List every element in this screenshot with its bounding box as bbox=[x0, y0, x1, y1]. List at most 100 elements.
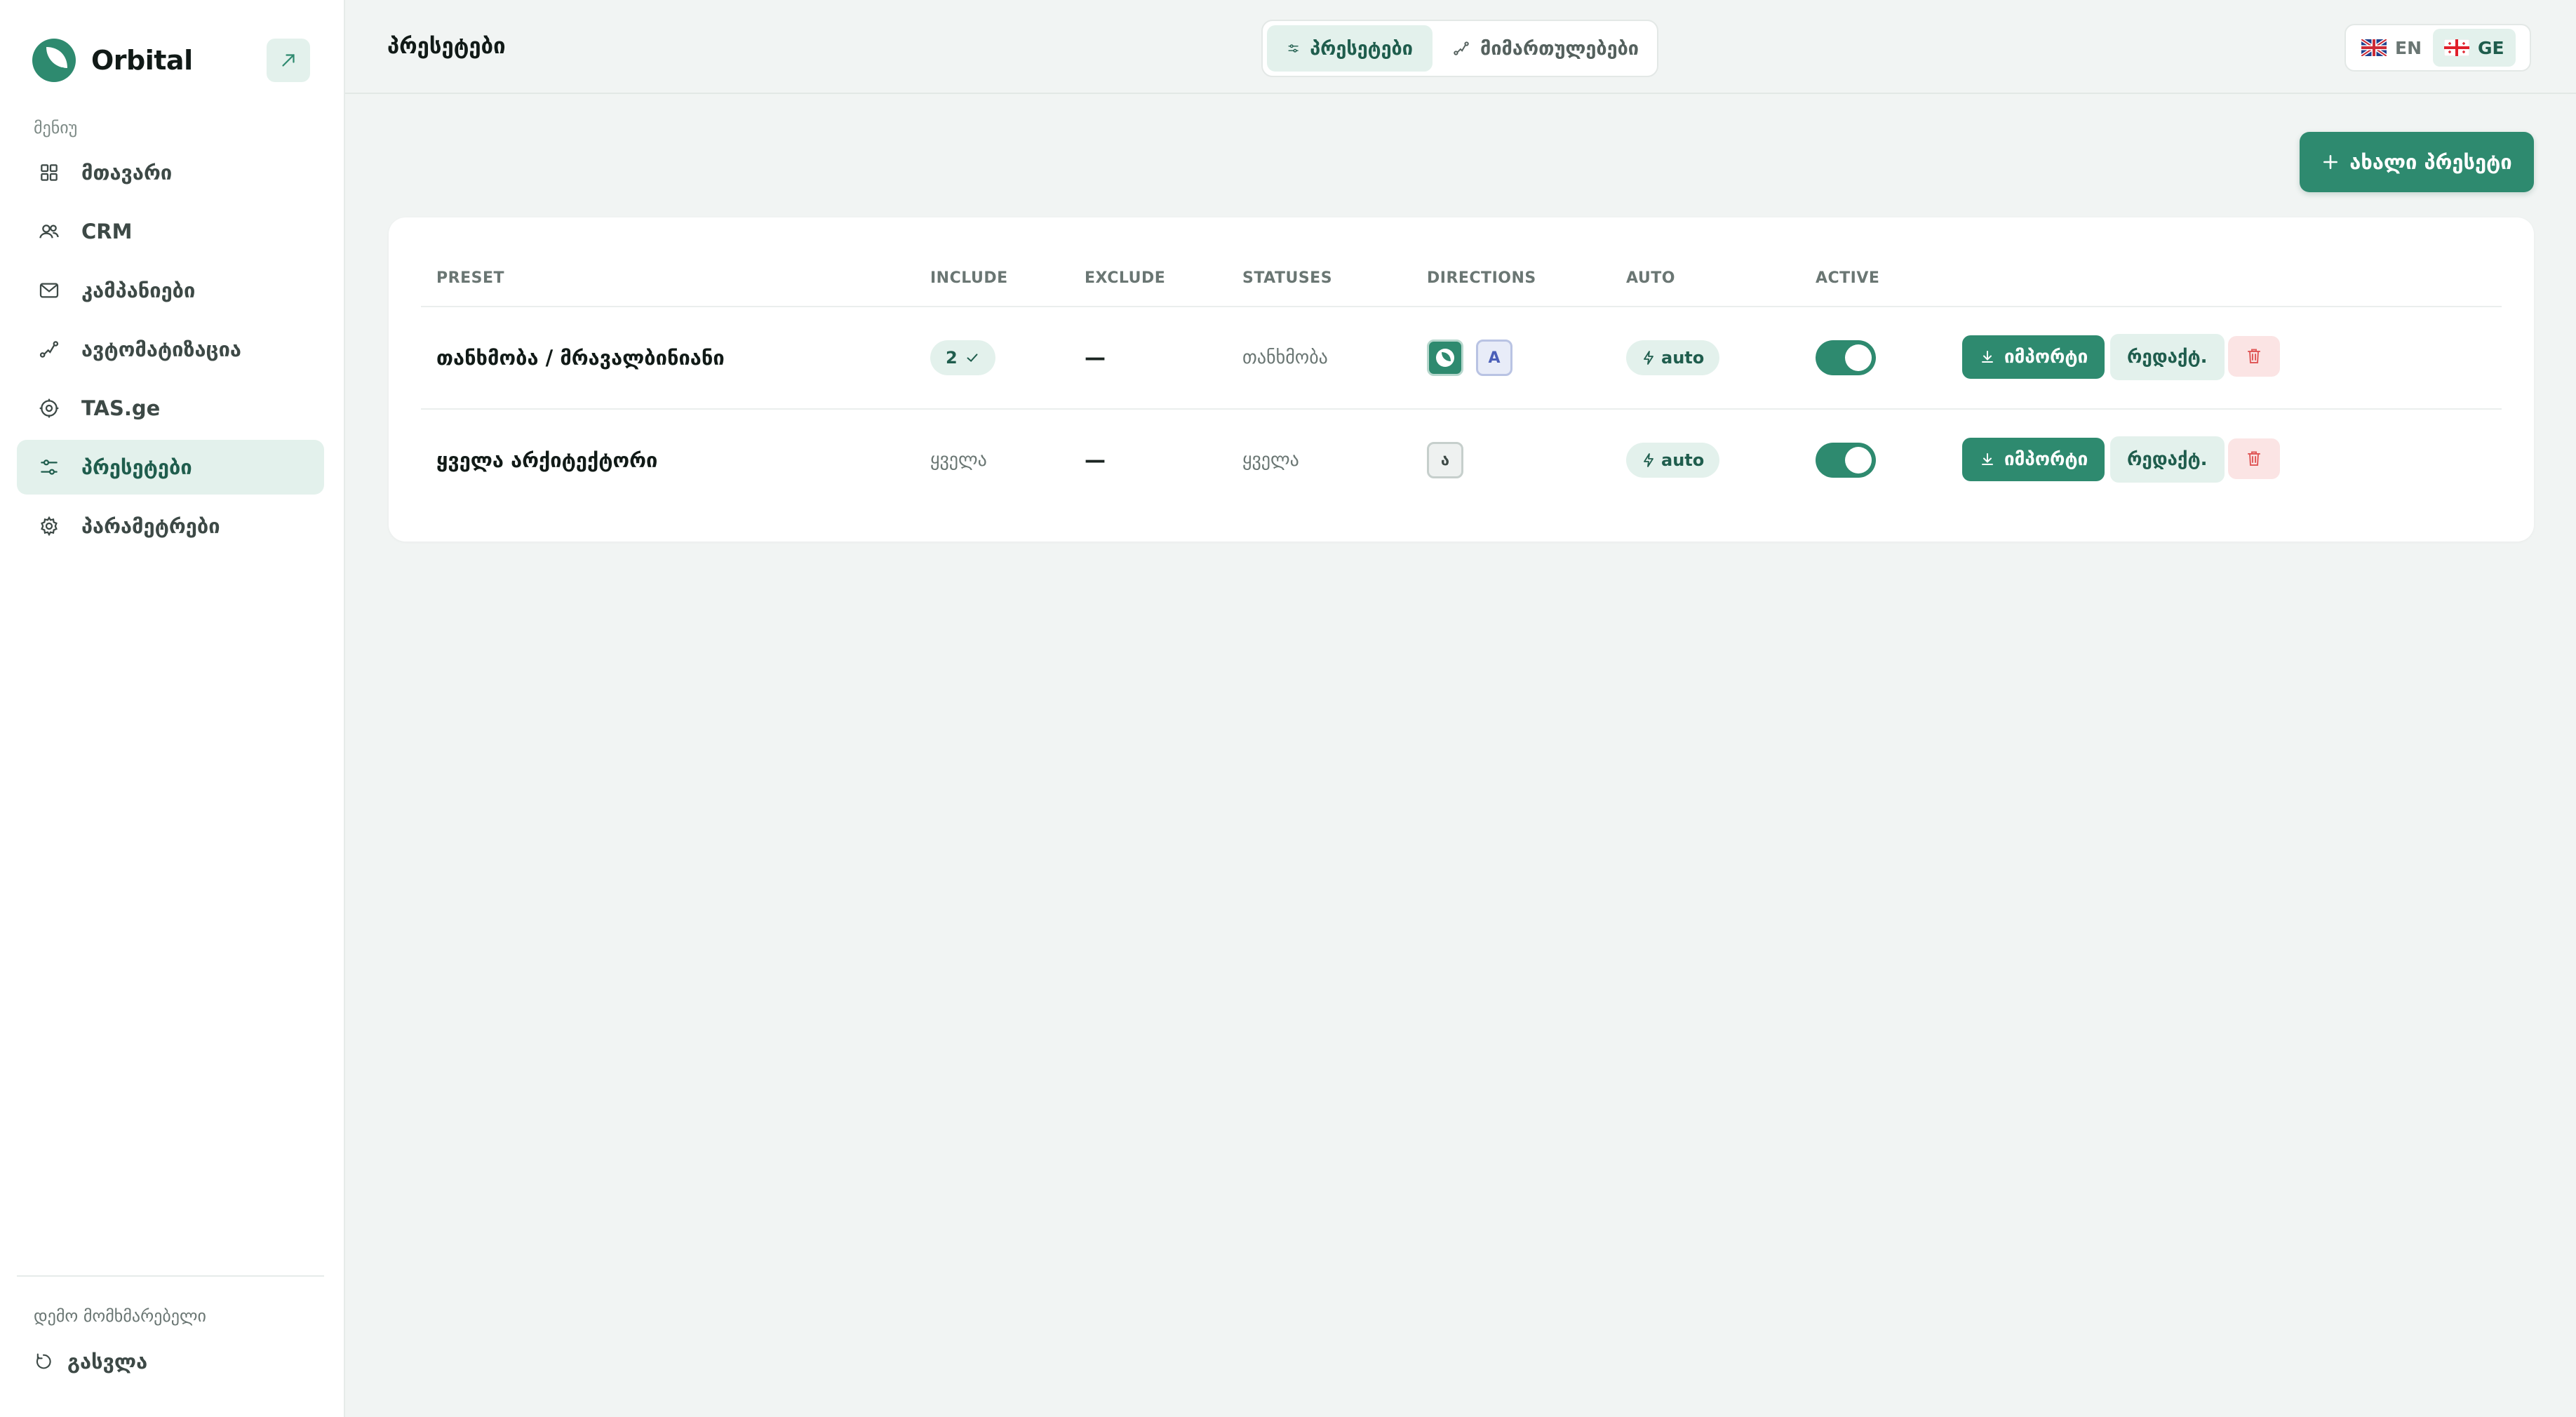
tab-label: პრესეტები bbox=[1310, 37, 1413, 60]
mail-icon bbox=[39, 283, 59, 298]
sidebar-item-settings[interactable]: პარამეტრები bbox=[17, 499, 324, 553]
sidebar-item-label: ავტომატიზაცია bbox=[81, 337, 241, 361]
row-actions-edit: რედაქტ. bbox=[2110, 436, 2225, 483]
table-header-divider bbox=[421, 306, 2502, 307]
sidebar-item-tas[interactable]: TAS.ge bbox=[17, 381, 324, 436]
trash-icon bbox=[2248, 349, 2260, 363]
column-header-active: ACTIVE bbox=[1816, 269, 1880, 287]
orbital-logo-icon bbox=[1436, 349, 1454, 367]
language-ge-button[interactable]: GE bbox=[2433, 29, 2516, 67]
logout-icon bbox=[36, 1353, 51, 1369]
column-header-exclude: EXCLUDE bbox=[1085, 269, 1166, 287]
lightning-icon bbox=[1644, 351, 1653, 365]
include-count: 2 bbox=[946, 348, 958, 368]
language-switcher: EN GE bbox=[2344, 24, 2531, 72]
active-cell bbox=[1816, 443, 1876, 478]
column-header-statuses: STATUSES bbox=[1242, 269, 1333, 287]
auto-label: auto bbox=[1661, 348, 1705, 368]
edit-label: რედაქტ. bbox=[2127, 449, 2208, 470]
column-header-auto: AUTO bbox=[1626, 269, 1675, 287]
expand-sidebar-button[interactable] bbox=[267, 39, 310, 82]
directions-cell: ა bbox=[1427, 442, 1476, 478]
uk-flag-icon bbox=[2361, 39, 2387, 56]
edit-button[interactable]: რედაქტ. bbox=[2110, 334, 2225, 380]
brand[interactable]: Orbital bbox=[31, 35, 193, 86]
tab-label: მიმართულებები bbox=[1480, 37, 1639, 60]
direction-badge[interactable]: ა bbox=[1427, 442, 1463, 478]
new-preset-label: ახალი პრესეტი bbox=[2349, 150, 2512, 174]
auto-label: auto bbox=[1661, 450, 1705, 470]
import-button[interactable]: იმპორტი bbox=[1962, 438, 2105, 481]
sidebar-item-home[interactable]: მთავარი bbox=[17, 145, 324, 200]
sidebar-item-campaigns[interactable]: კამპანიები bbox=[17, 263, 324, 318]
include-cell: 2 bbox=[930, 340, 995, 375]
sliders-icon bbox=[1288, 44, 1299, 53]
sidebar-divider bbox=[17, 1275, 324, 1277]
sidebar-item-label: CRM bbox=[81, 220, 133, 243]
column-header-include: INCLUDE bbox=[930, 269, 1008, 287]
tab-directions[interactable]: მიმართულებები bbox=[1433, 25, 1658, 72]
direction-letter: ა bbox=[1440, 451, 1450, 469]
include-value: ყველა bbox=[930, 450, 987, 471]
arrow-up-right-icon bbox=[282, 54, 295, 67]
auto-cell: auto bbox=[1626, 340, 1720, 375]
row-actions: იმპორტი bbox=[1962, 438, 2105, 481]
gear-icon bbox=[41, 516, 58, 537]
language-code: EN bbox=[2395, 37, 2422, 58]
exclude-value: — bbox=[1085, 345, 1106, 370]
lightning-icon bbox=[1644, 453, 1653, 467]
preset-name[interactable]: თანხმობა / მრავალბინიანი bbox=[436, 342, 725, 373]
sidebar-item-label: TAS.ge bbox=[81, 396, 161, 420]
row-actions: იმპორტი bbox=[1962, 335, 2105, 379]
route-icon bbox=[39, 341, 59, 358]
import-button[interactable]: იმპორტი bbox=[1962, 335, 2105, 379]
statuses-value: ყველა bbox=[1242, 450, 1299, 471]
tab-presets[interactable]: პრესეტები bbox=[1267, 25, 1433, 72]
auto-badge: auto bbox=[1626, 340, 1720, 375]
check-icon bbox=[967, 354, 978, 363]
delete-button[interactable] bbox=[2228, 438, 2280, 479]
top-header: პრესეტები პრესეტები მიმართულებები EN GE bbox=[345, 0, 2576, 94]
delete-button[interactable] bbox=[2228, 336, 2280, 377]
import-label: იმპორტი bbox=[2004, 449, 2088, 470]
active-toggle[interactable] bbox=[1816, 443, 1876, 478]
logout-label: გასვლა bbox=[67, 1350, 148, 1374]
row-actions-delete bbox=[2228, 336, 2280, 377]
view-tabs: პრესეტები მიმართულებები bbox=[1261, 20, 1658, 77]
auto-badge: auto bbox=[1626, 443, 1720, 478]
language-en-button[interactable]: EN bbox=[2350, 29, 2433, 67]
table-row-divider bbox=[421, 408, 2502, 410]
edit-button[interactable]: რედაქტ. bbox=[2110, 436, 2225, 483]
sidebar-item-presets[interactable]: პრესეტები bbox=[17, 440, 324, 495]
menu-section-label: მენიუ bbox=[34, 118, 78, 137]
direction-letter: A bbox=[1488, 349, 1501, 367]
download-icon bbox=[1982, 453, 1993, 465]
import-label: იმპორტი bbox=[2004, 347, 2088, 368]
preset-name[interactable]: ყველა არქიტექტორი bbox=[436, 445, 657, 476]
direction-badge[interactable] bbox=[1427, 340, 1463, 376]
sidebar-nav: მთავარი CRM კამპანიები ავტომატიზაცია TAS… bbox=[17, 145, 324, 558]
orbital-logo-icon bbox=[32, 39, 76, 82]
current-user-name: დემო მომხმარებელი bbox=[34, 1306, 206, 1326]
logout-button[interactable]: გასვლა bbox=[34, 1350, 147, 1374]
direction-badge[interactable]: A bbox=[1476, 340, 1512, 376]
grid-icon bbox=[41, 164, 58, 181]
trash-icon bbox=[2248, 451, 2260, 466]
sidebar-item-crm[interactable]: CRM bbox=[17, 204, 324, 259]
new-preset-button[interactable]: ახალი პრესეტი bbox=[2300, 132, 2534, 192]
plus-icon bbox=[2323, 155, 2338, 169]
row-actions-delete bbox=[2228, 438, 2280, 479]
include-badge: 2 bbox=[930, 340, 995, 375]
sidebar-item-label: მთავარი bbox=[81, 161, 173, 184]
active-toggle[interactable] bbox=[1816, 340, 1876, 375]
download-icon bbox=[1982, 351, 1993, 363]
target-icon bbox=[39, 398, 59, 418]
language-code: GE bbox=[2478, 37, 2504, 58]
georgia-flag-icon bbox=[2444, 39, 2470, 56]
auto-cell: auto bbox=[1626, 443, 1720, 478]
row-actions-edit: რედაქტ. bbox=[2110, 334, 2225, 380]
sidebar-item-automation[interactable]: ავტომატიზაცია bbox=[17, 322, 324, 377]
edit-label: რედაქტ. bbox=[2127, 347, 2208, 368]
statuses-value: თანხმობა bbox=[1242, 347, 1328, 368]
route-icon bbox=[1454, 41, 1469, 55]
